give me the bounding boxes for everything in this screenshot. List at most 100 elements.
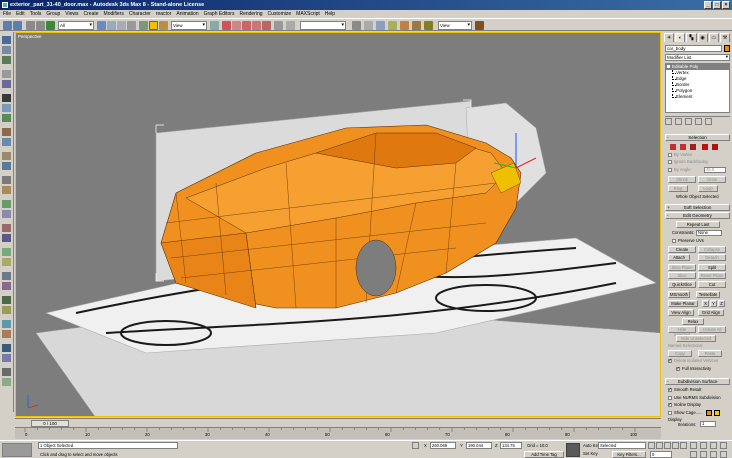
full-interactivity-checkbox[interactable]: [676, 366, 680, 372]
relax-button[interactable]: Relax: [682, 318, 704, 325]
tool-icon[interactable]: [2, 56, 11, 64]
loop-button[interactable]: Loop: [698, 185, 718, 192]
tool-icon[interactable]: [2, 138, 11, 146]
iterations-spinner[interactable]: 1: [700, 421, 716, 427]
tool-icon[interactable]: [2, 36, 11, 44]
named-selection-select[interactable]: [300, 21, 346, 30]
arc-rotate-icon[interactable]: [710, 451, 717, 458]
maxscript-listener-icon[interactable]: [2, 443, 32, 457]
grid-align-button[interactable]: Grid Align: [698, 309, 724, 316]
soft-selection-rollout-header[interactable]: + Soft Selection: [665, 204, 730, 211]
tool-icon[interactable]: [2, 46, 11, 54]
attach-button[interactable]: Attach: [668, 254, 690, 261]
show-end-result-icon[interactable]: [675, 118, 682, 125]
menu-animation[interactable]: Animation: [176, 10, 198, 18]
select-scale-icon[interactable]: [159, 21, 168, 30]
time-slider-thumb[interactable]: 0 / 100: [31, 420, 69, 427]
zoom-extents-all-icon[interactable]: [720, 442, 727, 449]
select-move-icon[interactable]: [139, 21, 148, 30]
set-key-label[interactable]: Set Key: [583, 451, 598, 456]
redo-icon[interactable]: [13, 21, 22, 30]
paste-button[interactable]: Paste: [698, 350, 722, 357]
ignore-backfacing-checkbox[interactable]: [668, 160, 672, 164]
hide-selected-button[interactable]: Hide Selected: [668, 326, 696, 337]
polygon-mode-icon[interactable]: [702, 144, 708, 150]
curve-editor-icon[interactable]: [376, 21, 385, 30]
goto-end-icon[interactable]: [680, 442, 687, 449]
tool-icon[interactable]: [2, 128, 11, 136]
planar-y-button[interactable]: Y: [710, 300, 717, 307]
tool-icon[interactable]: [2, 80, 11, 88]
y-coordinate-field[interactable]: 190.044: [466, 442, 492, 449]
planar-x-button[interactable]: X: [702, 300, 709, 307]
slice-plane-button[interactable]: Slice Plane: [668, 264, 696, 271]
play-icon[interactable]: [664, 442, 671, 449]
undo-icon[interactable]: [3, 21, 12, 30]
planar-z-button[interactable]: Z: [718, 300, 725, 307]
menu-character[interactable]: Character: [129, 10, 151, 18]
reference-coordinate-select[interactable]: View: [171, 21, 207, 30]
tool-icon[interactable]: [2, 114, 11, 122]
render-type-select[interactable]: View: [438, 21, 472, 30]
create-tab-icon[interactable]: ✳: [664, 33, 675, 42]
quickslice-button[interactable]: QuickSlice: [668, 281, 696, 288]
selection-rollout-header[interactable]: - Selection: [665, 134, 730, 141]
time-slider[interactable]: 0 / 100: [15, 418, 661, 427]
render-last-icon[interactable]: [475, 21, 484, 30]
tool-icon[interactable]: [2, 248, 11, 256]
previous-frame-icon[interactable]: [656, 442, 663, 449]
edit-geometry-rollout-header[interactable]: - Edit Geometry: [665, 212, 730, 219]
border-mode-icon[interactable]: [690, 144, 696, 150]
select-object-icon[interactable]: [97, 21, 106, 30]
close-button[interactable]: ×: [722, 1, 730, 9]
spinner-snap-icon[interactable]: [262, 21, 271, 30]
tool-icon[interactable]: [2, 296, 11, 304]
preserve-uvs-checkbox[interactable]: [672, 239, 676, 243]
tool-icon[interactable]: [2, 210, 11, 218]
minimize-button[interactable]: _: [704, 1, 712, 9]
cut-button[interactable]: Cut: [698, 281, 726, 288]
x-coordinate-field[interactable]: 260.069: [430, 442, 456, 449]
vertex-mode-icon[interactable]: [670, 144, 676, 150]
use-nurms-checkbox[interactable]: [668, 396, 672, 400]
lock-selection-icon[interactable]: [412, 442, 419, 449]
tool-icon[interactable]: [2, 70, 11, 78]
stack-subobject-element[interactable]: Element: [666, 94, 729, 100]
tool-icon[interactable]: [2, 378, 11, 386]
layer-manager-icon[interactable]: [364, 21, 373, 30]
select-by-name-icon[interactable]: [107, 21, 116, 30]
view-align-button[interactable]: View Align: [668, 309, 694, 316]
tool-icon[interactable]: [2, 104, 11, 112]
object-color-swatch[interactable]: [724, 45, 730, 52]
object-name-field[interactable]: car_body: [665, 45, 722, 52]
z-coordinate-field[interactable]: 134.75: [500, 442, 522, 449]
shrink-button[interactable]: Shrink: [668, 176, 696, 183]
menu-graph-editors[interactable]: Graph Editors: [204, 10, 235, 18]
maximize-button[interactable]: □: [713, 1, 721, 9]
schematic-view-icon[interactable]: [388, 21, 397, 30]
selection-filter-select[interactable]: All: [58, 21, 94, 30]
tool-icon[interactable]: [2, 282, 11, 290]
create-button[interactable]: Create: [668, 246, 696, 253]
grow-button[interactable]: Grow: [698, 176, 726, 183]
rectangular-region-icon[interactable]: [117, 21, 126, 30]
delete-isolated-checkbox[interactable]: [668, 358, 672, 364]
menu-help[interactable]: Help: [325, 10, 335, 18]
split-button[interactable]: Split: [698, 264, 726, 271]
make-planar-button[interactable]: Make Planar: [668, 300, 698, 307]
cage-color-swatch[interactable]: [706, 410, 712, 416]
collapse-button[interactable]: Collapse: [698, 246, 726, 253]
subdivision-surface-rollout-header[interactable]: - Subdivision Surface: [665, 378, 730, 385]
key-mode-select[interactable]: Selected: [598, 442, 646, 449]
quick-render-icon[interactable]: [424, 21, 433, 30]
make-unique-icon[interactable]: [685, 118, 692, 125]
edge-mode-icon[interactable]: [680, 144, 686, 150]
by-angle-spinner[interactable]: 45.0: [704, 167, 726, 173]
tool-icon[interactable]: [2, 330, 11, 338]
tool-icon[interactable]: [2, 200, 11, 208]
menu-file[interactable]: File: [3, 10, 11, 18]
configure-modifier-sets-icon[interactable]: [705, 118, 712, 125]
pin-stack-icon[interactable]: [665, 118, 672, 125]
tool-icon[interactable]: [2, 152, 11, 160]
pan-icon[interactable]: [700, 451, 707, 458]
